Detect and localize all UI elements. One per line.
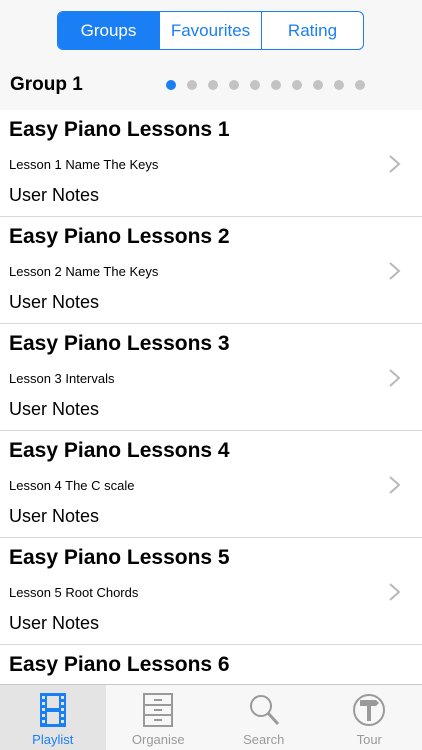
- page-dot[interactable]: [187, 80, 197, 90]
- tab-label: Playlist: [32, 732, 74, 747]
- magnifier-icon: [249, 695, 279, 726]
- lesson-notes: User Notes: [9, 399, 100, 419]
- tab-playlist[interactable]: Playlist: [0, 685, 106, 750]
- segment-rating[interactable]: Rating: [262, 12, 363, 49]
- lesson-subtitle: Lesson 2 Name The Keys: [9, 264, 159, 279]
- group-title: Group 1: [10, 74, 83, 95]
- list-item[interactable]: Easy Piano Lessons 2 Lesson 2 Name The K…: [0, 217, 422, 324]
- chevron-right-icon: [389, 369, 401, 387]
- tab-tour[interactable]: Tour: [317, 685, 422, 750]
- lesson-list: Easy Piano Lessons 1 Lesson 1 Name The K…: [0, 110, 422, 750]
- lesson-notes: User Notes: [9, 292, 100, 312]
- lesson-title: Easy Piano Lessons 5: [9, 546, 230, 569]
- lesson-title: Easy Piano Lessons 2: [9, 225, 230, 248]
- page-dot[interactable]: [292, 80, 302, 90]
- lesson-notes: User Notes: [9, 506, 100, 526]
- signpost-icon: [353, 694, 386, 726]
- page-dot[interactable]: [208, 80, 218, 90]
- list-item[interactable]: Easy Piano Lessons 1 Lesson 1 Name The K…: [0, 110, 422, 217]
- list-item[interactable]: Easy Piano Lessons 3 Lesson 3 Intervals …: [0, 324, 422, 431]
- lesson-notes: User Notes: [9, 613, 100, 633]
- lesson-title: Easy Piano Lessons 6: [9, 653, 230, 676]
- tab-bar: Playlist Organise Search Tour: [0, 684, 422, 750]
- page-dot[interactable]: [166, 80, 176, 90]
- page-dot[interactable]: [334, 80, 344, 90]
- segment-favourites[interactable]: Favourites: [160, 12, 262, 49]
- tab-label: Tour: [356, 732, 382, 747]
- lesson-subtitle: Lesson 1 Name The Keys: [9, 157, 159, 172]
- list-item[interactable]: Easy Piano Lessons 4 Lesson 4 The C scal…: [0, 431, 422, 538]
- chevron-right-icon: [389, 262, 401, 280]
- page-dot[interactable]: [229, 80, 239, 90]
- chevron-right-icon: [389, 583, 401, 601]
- chevron-right-icon: [389, 155, 401, 173]
- page-dot[interactable]: [355, 80, 365, 90]
- page-dot[interactable]: [271, 80, 281, 90]
- segmented-control: Groups Favourites Rating: [57, 11, 364, 50]
- top-bar: Groups Favourites Rating: [0, 0, 422, 60]
- chevron-right-icon: [389, 476, 401, 494]
- page-indicator[interactable]: [166, 80, 376, 90]
- tab-label: Organise: [131, 732, 185, 747]
- lesson-subtitle: Lesson 3 Intervals: [9, 371, 115, 386]
- lesson-title: Easy Piano Lessons 4: [9, 439, 230, 462]
- list-item[interactable]: Easy Piano Lessons 5 Lesson 5 Root Chord…: [0, 538, 422, 645]
- tab-label: Search: [243, 732, 285, 747]
- tab-search[interactable]: Search: [211, 685, 317, 750]
- cabinet-icon: [143, 693, 174, 727]
- film-strip-icon: [39, 693, 66, 727]
- lesson-title: Easy Piano Lessons 3: [9, 332, 230, 355]
- page-dot[interactable]: [313, 80, 323, 90]
- lesson-subtitle: Lesson 4 The C scale: [9, 478, 135, 493]
- lesson-subtitle: Lesson 5 Root Chords: [9, 585, 139, 600]
- page-dot[interactable]: [250, 80, 260, 90]
- lesson-notes: User Notes: [9, 185, 100, 205]
- segment-groups[interactable]: Groups: [58, 12, 160, 49]
- tab-organise[interactable]: Organise: [106, 685, 212, 750]
- lesson-title: Easy Piano Lessons 1: [9, 118, 230, 141]
